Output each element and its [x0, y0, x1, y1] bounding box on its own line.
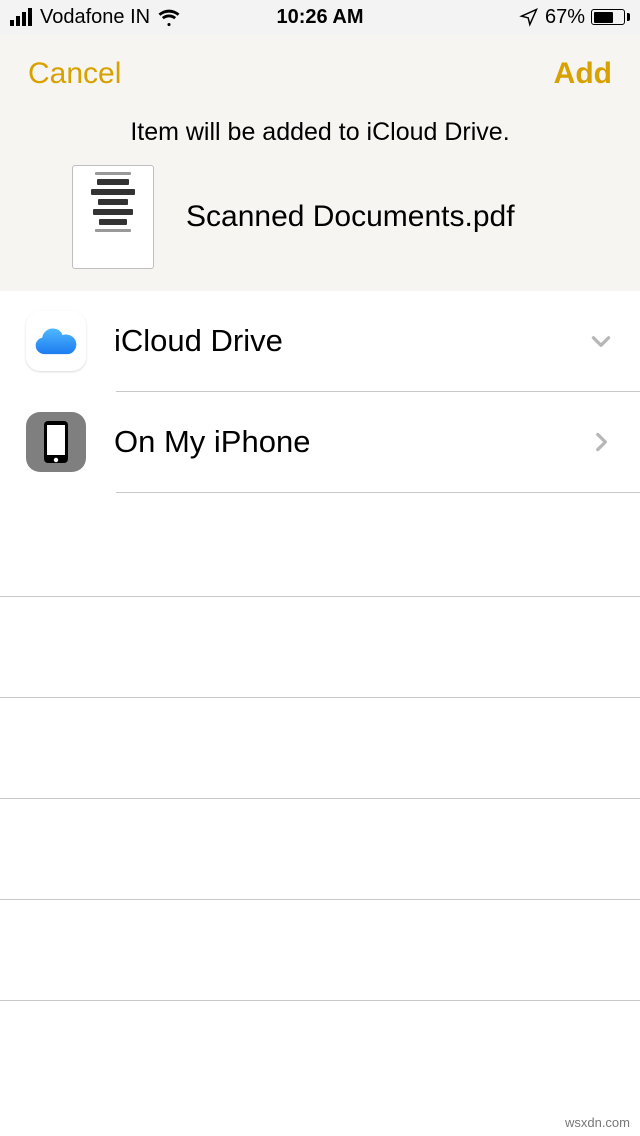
- location-label: On My iPhone: [114, 424, 588, 460]
- clock: 10:26 AM: [217, 6, 424, 29]
- locations-list: iCloud Drive On My iPhone: [0, 291, 640, 1101]
- battery-icon: [591, 9, 630, 25]
- iphone-icon: [26, 412, 86, 472]
- chevron-down-icon: [588, 328, 614, 354]
- add-button[interactable]: Add: [554, 57, 612, 91]
- empty-row: [0, 1001, 640, 1101]
- sheet-header: Cancel Add Item will be added to iCloud …: [0, 34, 640, 291]
- cancel-button[interactable]: Cancel: [28, 57, 121, 91]
- battery-percent: 67%: [545, 6, 585, 29]
- empty-row: [0, 597, 640, 697]
- location-icon: [519, 7, 539, 27]
- empty-row: [0, 493, 640, 596]
- watermark: wsxdn.com: [565, 1115, 630, 1130]
- document-thumbnail: [72, 165, 154, 269]
- location-row-icloud[interactable]: iCloud Drive: [0, 291, 640, 391]
- empty-row: [0, 900, 640, 1000]
- destination-info-label: Item will be added to iCloud Drive.: [0, 114, 640, 165]
- empty-row: [0, 698, 640, 798]
- wifi-icon: [158, 6, 180, 28]
- file-name-label: Scanned Documents.pdf: [186, 200, 515, 234]
- carrier-label: Vodafone IN: [40, 6, 150, 29]
- chevron-right-icon: [588, 429, 614, 455]
- empty-row: [0, 799, 640, 899]
- location-row-on-my-iphone[interactable]: On My iPhone: [0, 392, 640, 492]
- location-label: iCloud Drive: [114, 323, 588, 359]
- file-preview-row: Scanned Documents.pdf: [0, 165, 640, 291]
- signal-icon: [10, 8, 32, 26]
- icloud-icon: [26, 311, 86, 371]
- status-bar: Vodafone IN 10:26 AM 67%: [0, 0, 640, 34]
